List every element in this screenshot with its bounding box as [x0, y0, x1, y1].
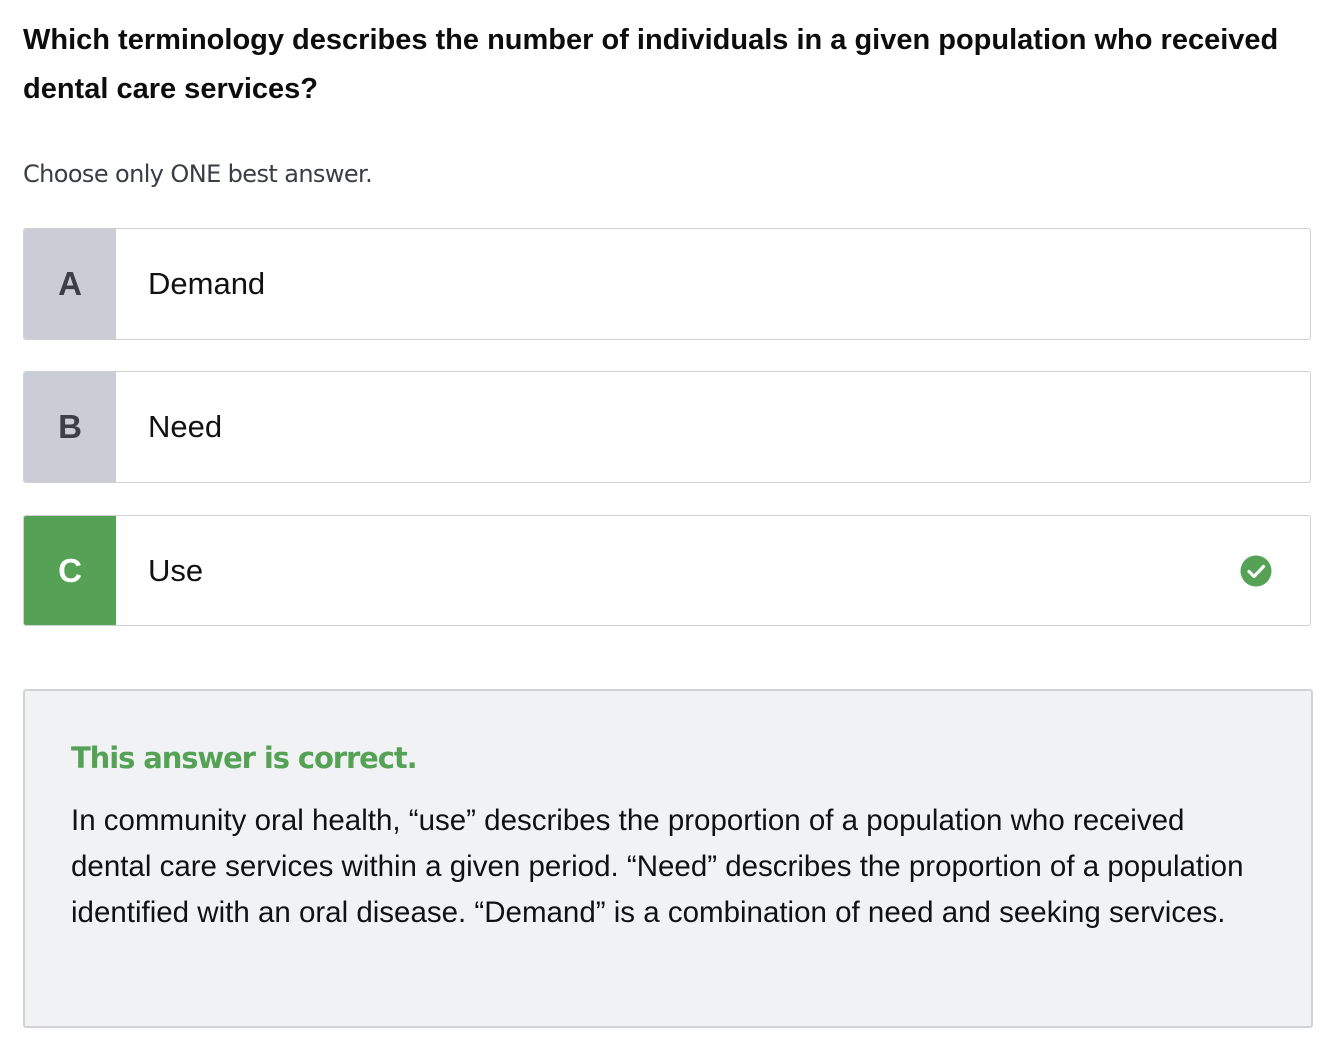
answer-option-a[interactable]: A Demand [23, 228, 1311, 340]
feedback-explanation: In community oral health, “use” describe… [71, 804, 1244, 929]
option-letter-a: A [24, 229, 116, 339]
checkmark-circle-icon [1240, 555, 1272, 586]
option-label-a: Demand [148, 266, 266, 301]
feedback-title: This answer is correct. [71, 741, 418, 775]
answer-option-c[interactable]: C Use [23, 515, 1311, 626]
option-letter-b: B [24, 372, 116, 482]
option-label-c: Use [148, 552, 204, 588]
answer-instruction: Choose only ONE best answer. [23, 160, 373, 188]
option-letter-c: C [24, 516, 116, 625]
answer-option-b[interactable]: B Need [23, 371, 1311, 483]
option-label-b: Need [148, 409, 223, 444]
feedback-panel: This answer is correct. In community ora… [23, 689, 1313, 1028]
question-text: Which terminology describes the number o… [23, 24, 1279, 105]
